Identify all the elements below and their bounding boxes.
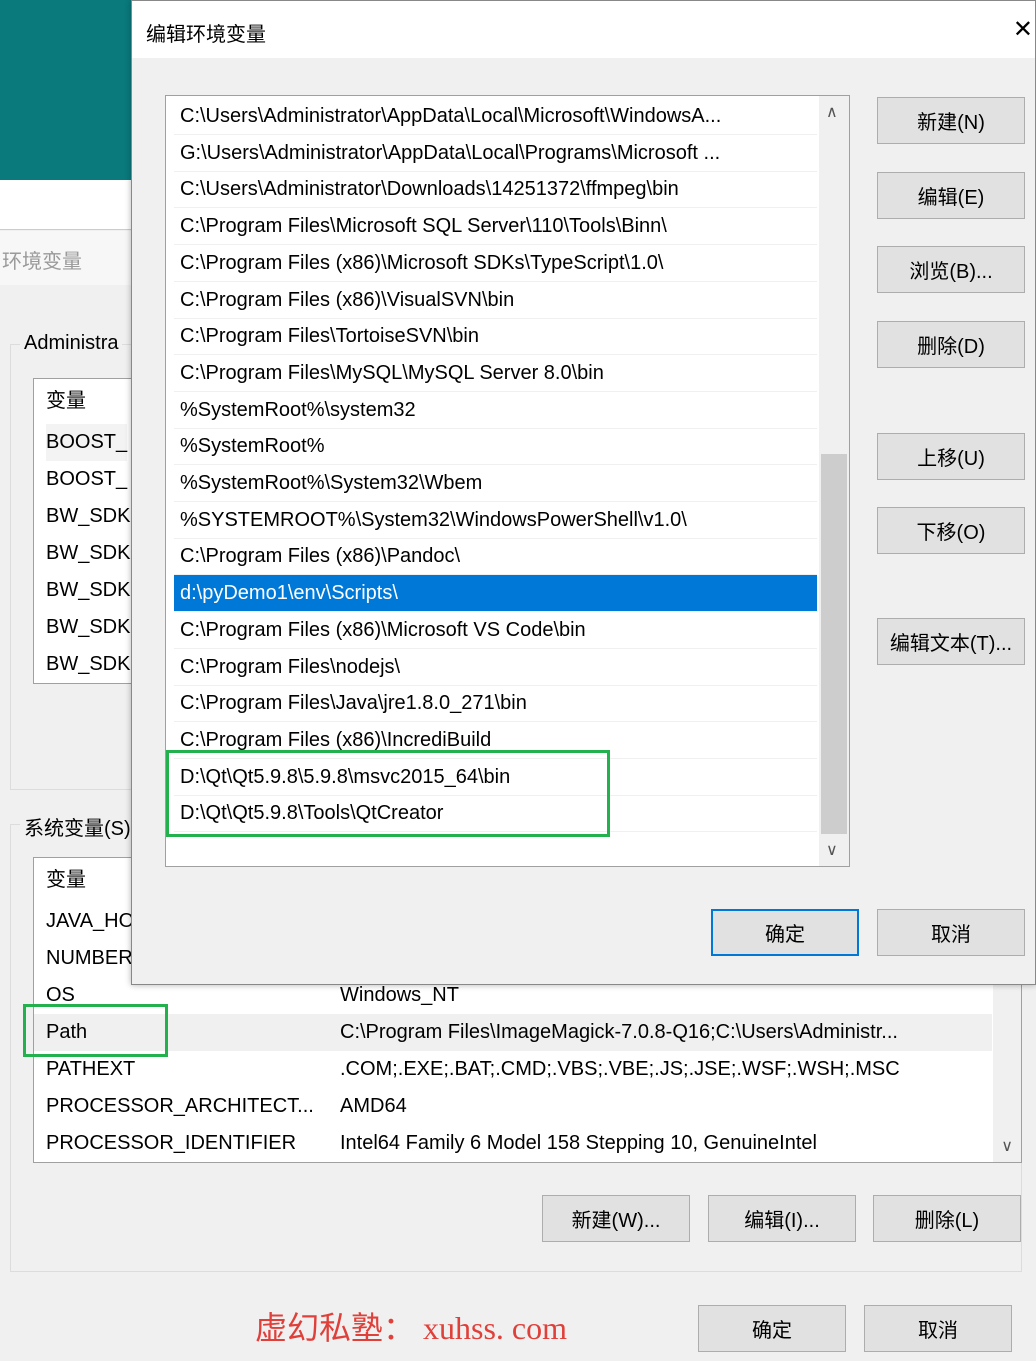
list-item[interactable]: BW_SDK — [46, 609, 130, 646]
list-item[interactable]: BW_SDK — [46, 572, 130, 609]
path-entry[interactable]: %SystemRoot%\System32\Wbem — [174, 465, 817, 502]
window-header — [0, 180, 131, 230]
path-entry[interactable]: C:\Program Files\MySQL\MySQL Server 8.0\… — [174, 355, 817, 392]
path-entry[interactable]: C:\Program Files (x86)\Microsoft VS Code… — [174, 612, 817, 649]
path-entry[interactable]: C:\Program Files\Java\jre1.8.0_271\bin — [174, 685, 817, 723]
var-name: NUMBER — [46, 947, 133, 969]
watermark: 虚幻私塾： xuhss. com — [255, 1310, 568, 1346]
list-item[interactable]: BW_SDK — [46, 535, 130, 572]
column-header-variable[interactable]: 变量 — [46, 862, 86, 899]
edit-system-var-button[interactable]: 编辑(I)... — [708, 1195, 856, 1242]
table-row[interactable]: PROCESSOR_IDENTIFIER Intel64 Family 6 Mod… — [34, 1125, 992, 1162]
path-entry[interactable]: %SystemRoot%\system32 — [174, 392, 817, 429]
var-name: PROCESSOR_IDENTIFIER — [46, 1132, 297, 1154]
scroll-down-icon[interactable]: ∨ — [826, 840, 838, 860]
path-entry[interactable]: C:\Program Files (x86)\Microsoft SDKs\Ty… — [174, 245, 817, 282]
path-entry[interactable]: C:\Users\Administrator\Downloads\1425137… — [174, 171, 817, 209]
new-system-var-button[interactable]: 新建(W)... — [542, 1195, 690, 1242]
path-entry[interactable]: C:\Users\Administrator\AppData\Local\Mic… — [174, 98, 817, 135]
path-entry[interactable]: C:\Program Files\Microsoft SQL Server\11… — [174, 208, 817, 246]
dialog-title: 编辑环境变量 — [146, 24, 266, 46]
var-value: Intel64 Family 6 Model 158 Stepping 10, … — [340, 1132, 817, 1154]
column-header-variable[interactable]: 变量 — [46, 383, 86, 420]
table-row[interactable]: PATHEXT .COM;.EXE;.BAT;.CMD;.VBS;.VBE;.JS… — [34, 1051, 992, 1088]
user-vars-label: Administra — [20, 332, 123, 355]
system-vars-label: 系统变量(S) — [20, 812, 135, 841]
table-row[interactable]: PROCESSOR_ARCHITECT... AMD64 — [34, 1088, 992, 1125]
dialog-cancel-button[interactable]: 取消 — [877, 909, 1025, 956]
qt-entries-highlight-box — [166, 750, 610, 837]
table-row[interactable]: Path C:\Program Files\ImageMagick-7.0.8-Q… — [34, 1014, 992, 1051]
path-entry[interactable]: d:\pyDemo1\env\Scripts\ — [174, 575, 817, 613]
path-entry[interactable]: %SystemRoot% — [174, 428, 817, 466]
delete-entry-button[interactable]: 删除(D) — [877, 321, 1025, 368]
edit-text-button[interactable]: 编辑文本(T)... — [877, 618, 1025, 665]
scroll-down-icon[interactable]: ∨ — [1001, 1136, 1013, 1156]
scrollbar[interactable]: ∧ ∨ — [819, 96, 849, 866]
var-value: C:\Program Files\ImageMagick-7.0.8-Q16;C… — [340, 1021, 898, 1043]
user-vars-list[interactable]: 变量 BOOST_ BOOST_ BW_SDK BW_SDK BW_SDK BW_SDK B… — [33, 378, 143, 684]
path-entry[interactable]: C:\Program Files\TortoiseSVN\bin — [174, 318, 817, 356]
ok-button[interactable]: 确定 — [698, 1305, 846, 1352]
path-entry[interactable]: C:\Program Files (x86)\Pandoc\ — [174, 538, 817, 576]
new-entry-button[interactable]: 新建(N) — [877, 97, 1025, 144]
tab-env-vars[interactable]: 环境变量 — [0, 231, 131, 285]
browse-button[interactable]: 浏览(B)... — [877, 246, 1025, 293]
delete-system-var-button[interactable]: 删除(L) — [873, 1195, 1021, 1242]
scroll-up-icon[interactable]: ∧ — [826, 102, 838, 122]
path-entry[interactable]: %SYSTEMROOT%\System32\WindowsPowerShell\… — [174, 502, 817, 539]
dialog-ok-button[interactable]: 确定 — [711, 909, 859, 956]
close-icon[interactable]: ✕ — [1013, 15, 1033, 44]
list-item[interactable]: BW_SDK — [46, 646, 130, 683]
edit-env-var-dialog: 编辑环境变量 ✕ D:\Qt\Qt5.9.8\Tools\QtCreator D:… — [131, 0, 1036, 985]
move-down-button[interactable]: 下移(O) — [877, 507, 1025, 554]
move-up-button[interactable]: 上移(U) — [877, 433, 1025, 480]
edit-entry-button[interactable]: 编辑(E) — [877, 172, 1025, 219]
path-entry[interactable]: C:\Program Files (x86)\VisualSVN\bin — [174, 282, 817, 319]
scrollbar-thumb[interactable] — [821, 454, 847, 834]
list-item[interactable]: BOOST_ — [46, 424, 128, 461]
path-entry[interactable]: G:\Users\Administrator\AppData\Local\Pro… — [174, 135, 817, 172]
var-name: PROCESSOR_ARCHITECT... — [46, 1095, 314, 1117]
path-entry[interactable]: C:\Program Files\nodejs\ — [174, 649, 817, 686]
cancel-button[interactable]: 取消 — [864, 1305, 1012, 1352]
var-value: AMD64 — [340, 1095, 407, 1117]
list-item[interactable]: BOOST_ — [46, 461, 127, 498]
dialog-title-bar: 编辑环境变量 ✕ — [132, 1, 1035, 58]
var-name: JAVA_HO — [46, 910, 135, 932]
var-value: .COM;.EXE;.BAT;.CMD;.VBS;.VBE;.JS;.JSE;.… — [340, 1058, 900, 1080]
list-item[interactable]: BW_SDK — [46, 498, 130, 535]
path-highlight-box — [23, 1004, 168, 1057]
